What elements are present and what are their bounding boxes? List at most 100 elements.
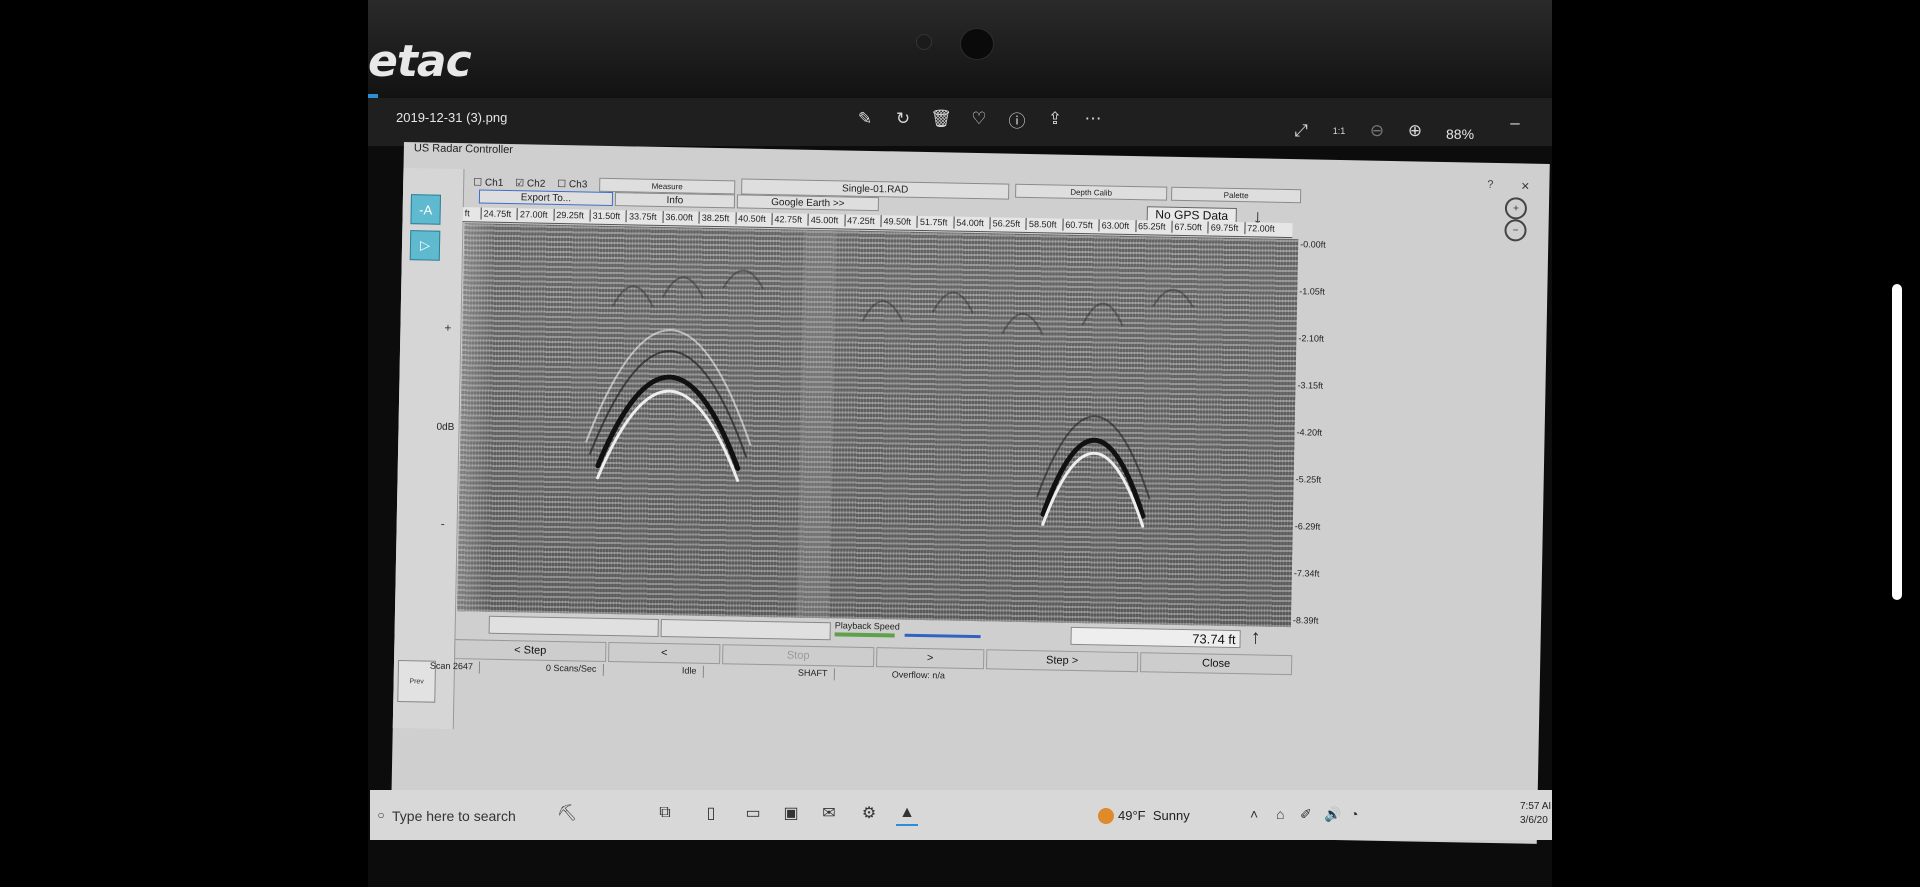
distance-readout: 73.74 ft (1070, 626, 1241, 649)
scrollbar[interactable] (1892, 284, 1902, 600)
app-title: US Radar Controller (413, 142, 514, 157)
ruler-tick: 69.75ft (1207, 221, 1239, 235)
status-field-1 (488, 615, 659, 637)
gain-plus[interactable]: + (444, 321, 451, 335)
wifi-icon[interactable]: ◔ (1350, 806, 1358, 822)
channel-3-checkbox[interactable]: ☐ Ch3 (557, 179, 587, 191)
favorite-icon[interactable]: ♡ (966, 106, 992, 132)
depth-tick: -7.34ft (1293, 568, 1320, 579)
zoom-level: 88% (1446, 126, 1475, 142)
back-button[interactable]: < (608, 642, 721, 665)
photo-viewer-toolbar: 2019-12-31 (3).png ✎ ↻ 🗑 ♡ ⓘ ⇪ ⋯ ⤢ 1:1 ⊖… (368, 98, 1552, 146)
depth-tick: -5.25ft (1295, 474, 1322, 485)
fullscreen-icon[interactable]: ⤢ (1288, 118, 1314, 144)
channel-2-label: Ch2 (526, 178, 546, 190)
taskbar-search[interactable]: Type here to search (392, 808, 516, 824)
radargram-svg (457, 223, 1194, 619)
radar-app-icon[interactable]: ▲ (896, 802, 918, 826)
zoom-out-icon[interactable]: − (1504, 219, 1527, 242)
hyperbola-left (585, 329, 752, 482)
volume-icon[interactable]: 🔊 (1324, 806, 1341, 823)
ruler-unit: ft (464, 208, 470, 219)
gain-minus[interactable]: - (441, 517, 445, 531)
clock[interactable]: 7:57 AI 3/6/20 (1520, 800, 1551, 828)
actual-size-icon[interactable]: 1:1 (1326, 118, 1352, 144)
network-icon[interactable]: ⌂ (1276, 806, 1284, 822)
depth-tick: -6.29ft (1294, 521, 1321, 532)
info-icon[interactable]: ⓘ (1004, 106, 1030, 132)
ruler-tick: 36.00ft (662, 210, 694, 224)
ruler-tick: 24.75ft (480, 207, 512, 221)
stop-button[interactable]: Stop (722, 644, 875, 668)
depth-tick: -8.39ft (1292, 615, 1319, 626)
mode-label: SHAFT (791, 667, 835, 681)
file-icon[interactable]: ▯ (700, 802, 722, 824)
weather-sun-icon (1098, 808, 1114, 824)
gain-tool-button[interactable]: -A (410, 194, 441, 225)
zoom-in-icon[interactable]: + (1504, 197, 1528, 220)
channel-1-checkbox[interactable]: ☐ Ch1 (473, 177, 503, 189)
search-icon[interactable]: ○ (370, 804, 392, 826)
playback-speed-label: Playback Speed (834, 620, 900, 632)
ruler-tick: 56.25ft (989, 217, 1021, 230)
store-icon[interactable]: ▣ (780, 802, 802, 824)
minimize-icon[interactable]: – (1502, 110, 1528, 136)
playback-speed-slider[interactable] (904, 633, 981, 639)
delete-icon[interactable]: 🗑 (928, 106, 954, 132)
export-button[interactable]: Export To... (478, 189, 614, 207)
close-window-button[interactable]: × (1521, 177, 1529, 193)
ruler-tick: 54.00ft (953, 216, 984, 230)
overflow-status: Overflow: n/a (891, 669, 945, 681)
depth-tick: -2.10ft (1298, 333, 1325, 344)
ruler-tick: 31.50ft (589, 209, 621, 223)
weather-widget[interactable]: 49°F Sunny (1118, 808, 1190, 823)
search-highlight-icon: ⛏ (556, 805, 578, 822)
mail-icon[interactable]: ✉ (818, 802, 840, 824)
channel-1-label: Ch1 (484, 177, 504, 189)
file-explorer-icon[interactable]: ▭ (742, 802, 764, 824)
playback-speed-indicator (834, 632, 895, 638)
depth-tick: -1.05ft (1299, 286, 1325, 297)
zoom-in-icon[interactable]: ⊕ (1402, 118, 1428, 144)
settings-icon[interactable]: ⚙ (858, 802, 880, 824)
more-icon[interactable]: ⋯ (1080, 106, 1106, 132)
ruler-tick: 51.75ft (916, 215, 948, 229)
ruler-tick: 42.75ft (771, 213, 803, 226)
ruler-tick: 72.00ft (1244, 222, 1275, 235)
depth-calib-button[interactable]: Depth Calib (1015, 183, 1168, 201)
info-button[interactable]: Info (614, 192, 736, 209)
depth-scale: -0.00ft -1.05ft -2.10ft -3.15ft -4.20ft -5.25… (1293, 239, 1340, 630)
help-button[interactable]: ? (1487, 179, 1493, 191)
forward-button[interactable]: > (876, 647, 985, 670)
pen-icon[interactable]: ✐ (1300, 806, 1312, 823)
rotate-icon[interactable]: ↻ (890, 106, 916, 132)
zoom-out-icon[interactable]: ⊖ (1364, 118, 1390, 144)
edit-icon[interactable]: ✎ (852, 106, 878, 132)
ruler-tick: 33.75ft (625, 210, 657, 223)
play-button[interactable]: ▷ (409, 230, 441, 261)
ruler-tick: 49.50ft (880, 215, 912, 228)
shallow-reflections (612, 269, 1194, 335)
share-icon[interactable]: ⇪ (1042, 106, 1068, 132)
ruler-tick: 40.50ft (735, 212, 766, 225)
radargram-display[interactable] (457, 223, 1299, 628)
mid-band (796, 229, 837, 619)
chevron-up-icon[interactable]: ˄ (1250, 806, 1258, 822)
step-forward-button[interactable]: Step > (985, 649, 1139, 673)
status-field-2 (660, 619, 831, 641)
step-back-button[interactable]: < Step (454, 639, 607, 662)
ruler-tick: 63.00ft (1098, 219, 1130, 232)
depth-tick: -0.00ft (1300, 239, 1326, 250)
depth-tick: -3.15ft (1297, 380, 1324, 391)
file-name: 2019-12-31 (3).png (396, 110, 508, 125)
palette-button[interactable]: Palette (1171, 186, 1302, 204)
channel-3-label: Ch3 (568, 179, 588, 191)
weather-temperature: 49°F (1118, 808, 1146, 823)
scan-count: Scan 2647 (423, 660, 481, 674)
camera-icon (916, 34, 932, 50)
arrow-up-icon[interactable]: ↑ (1250, 626, 1260, 649)
google-earth-button[interactable]: Google Earth >> (736, 194, 880, 212)
channel-2-checkbox[interactable]: ☑ Ch2 (515, 178, 545, 190)
task-view-icon[interactable]: ⧉ (654, 802, 676, 824)
close-button[interactable]: Close (1139, 652, 1293, 676)
